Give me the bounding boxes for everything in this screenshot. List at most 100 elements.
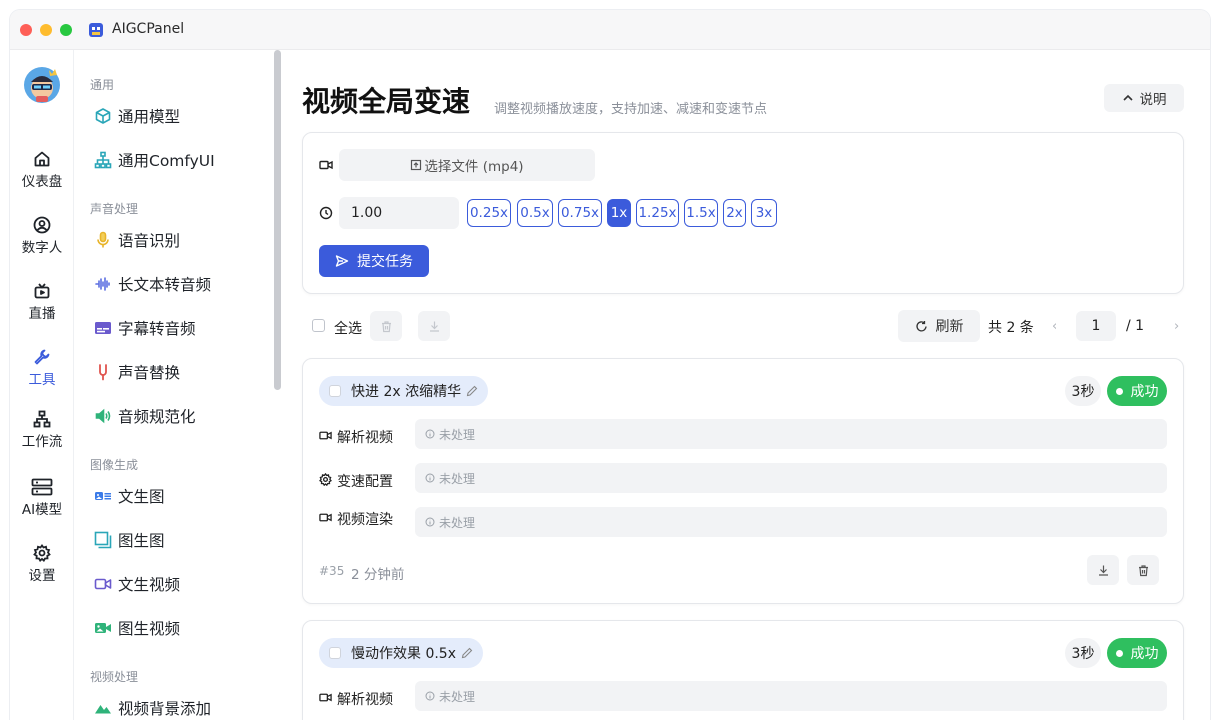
select-file-button[interactable]: 选择文件 (mp4) [339,149,595,181]
user-circle-icon [33,216,51,234]
task-checkbox[interactable] [329,385,341,397]
page-number-input[interactable]: 1 [1076,311,1116,341]
gear-icon [33,544,51,562]
step-label: 变速配置 [337,474,393,490]
menu-item-image-to-video[interactable]: 图生视频 [94,612,264,644]
video-camera-icon [94,578,112,590]
sitemap-icon [94,151,112,169]
video-icon [319,693,332,702]
menu-item-general-model[interactable]: 通用模型 [94,100,264,132]
menu-item-long-text-audio[interactable]: 长文本转音频 [94,268,264,300]
clock-icon [319,206,333,220]
submit-task-button[interactable]: 提交任务 [319,245,429,277]
home-icon [34,151,50,167]
tool-menu: 通用 通用模型 通用ComfyUI 声音处理 语音识别 长文本转音频 字幕转音频… [74,50,282,720]
step-status-bar: 未处理 [415,681,1167,711]
task-title-tag: 慢动作效果 0.5x [319,638,483,668]
total-count: 共 2 条 [988,320,1034,336]
image-video-icon [95,623,111,633]
app-title: AIGCPanel [112,21,185,37]
step-status-bar: 未处理 [415,419,1167,449]
rail-item-dashboard[interactable]: 仪表盘 [10,150,74,206]
tv-icon [34,283,50,299]
rail-item-digital-human[interactable]: 数字人 [10,216,74,272]
icon-rail: 仪表盘 数字人 直播 工具 工作流 AI模型 设置 [10,50,74,720]
waveform-icon [95,277,110,291]
task-delete-button[interactable] [1127,555,1159,585]
task-id: #35 [319,564,345,578]
speed-chip-1x[interactable]: 1x [607,199,631,227]
menu-group-audio: 声音处理 [90,202,139,216]
image-copy-icon [94,531,112,549]
rail-item-live[interactable]: 直播 [10,282,74,338]
gear-icon [319,473,332,486]
step-label: 解析视频 [337,430,393,446]
batch-download-button[interactable] [418,311,450,341]
status-badge: 成功 [1107,376,1167,406]
menu-item-text-to-image[interactable]: 文生图 [94,480,264,512]
step-status-bar: 未处理 [415,507,1167,537]
menu-item-text-to-video[interactable]: 文生视频 [94,568,264,600]
close-window-button[interactable] [20,24,32,36]
menu-item-image-to-image[interactable]: 图生图 [94,524,264,556]
minimize-window-button[interactable] [40,24,52,36]
menu-item-voice-replace[interactable]: 声音替换 [94,356,264,388]
send-icon [335,255,349,267]
server-icon [31,478,53,496]
menu-item-general-comfyui[interactable]: 通用ComfyUI [94,144,264,176]
task-download-button[interactable] [1087,555,1119,585]
video-icon [319,431,332,440]
task-card: 慢动作效果 0.5x 3秒 成功 解析视频 未处理 [302,620,1184,720]
file-upload-icon [411,159,422,171]
info-icon [425,473,435,483]
refresh-button[interactable]: 刷新 [898,310,980,342]
menu-group-general: 通用 [90,78,115,92]
subtitle-icon [95,322,111,334]
task-duration: 3秒 [1065,638,1101,668]
avatar[interactable] [23,66,61,104]
trash-icon [381,320,391,332]
next-page-icon[interactable]: › [1174,319,1179,334]
speed-chip-1.25x[interactable]: 1.25x [636,199,679,227]
download-icon [429,321,439,332]
speed-chip-1.5x[interactable]: 1.5x [684,199,718,227]
microphone-icon [97,231,109,248]
workflow-icon [33,410,51,428]
menu-scrollbar[interactable] [274,50,281,390]
text-image-icon [95,492,111,500]
task-title-tag: 快进 2x 浓缩精华 [319,376,489,406]
app-logo-icon [89,23,103,37]
select-all-checkbox[interactable] [312,319,325,332]
speed-chip-0.25x[interactable]: 0.25x [467,199,511,227]
trash-icon [1138,564,1148,576]
speed-chip-0.5x[interactable]: 0.5x [517,199,553,227]
rail-item-settings[interactable]: 设置 [10,544,74,600]
refresh-icon [915,320,927,331]
speed-chip-0.75x[interactable]: 0.75x [558,199,602,227]
speaker-icon [95,408,111,424]
rail-item-tools[interactable]: 工具 [10,348,74,404]
pencil-icon[interactable] [466,385,478,397]
help-button[interactable]: 说明 [1104,84,1184,112]
menu-item-subtitle-audio[interactable]: 字幕转音频 [94,312,264,344]
task-checkbox[interactable] [329,647,341,659]
video-icon [319,513,332,522]
menu-item-video-background[interactable]: 视频背景添加 [94,692,264,720]
step-label: 解析视频 [337,692,393,708]
pencil-icon[interactable] [461,647,473,659]
speed-chip-3x[interactable]: 3x [751,199,777,227]
step-label: 视频渲染 [337,512,393,528]
rail-item-ai-model[interactable]: AI模型 [10,478,74,534]
menu-group-video: 视频处理 [90,670,139,684]
speed-chip-2x[interactable]: 2x [723,199,746,227]
menu-group-image: 图像生成 [90,458,139,472]
speed-input[interactable] [339,197,459,229]
info-icon [425,517,435,527]
cube-icon [95,108,111,124]
batch-delete-button[interactable] [370,311,402,341]
menu-item-speech-recognition[interactable]: 语音识别 [94,224,264,256]
maximize-window-button[interactable] [60,24,72,36]
menu-item-audio-normalize[interactable]: 音频规范化 [94,400,264,432]
prev-page-icon[interactable]: ‹ [1052,319,1057,334]
rail-item-workflow[interactable]: 工作流 [10,410,74,466]
